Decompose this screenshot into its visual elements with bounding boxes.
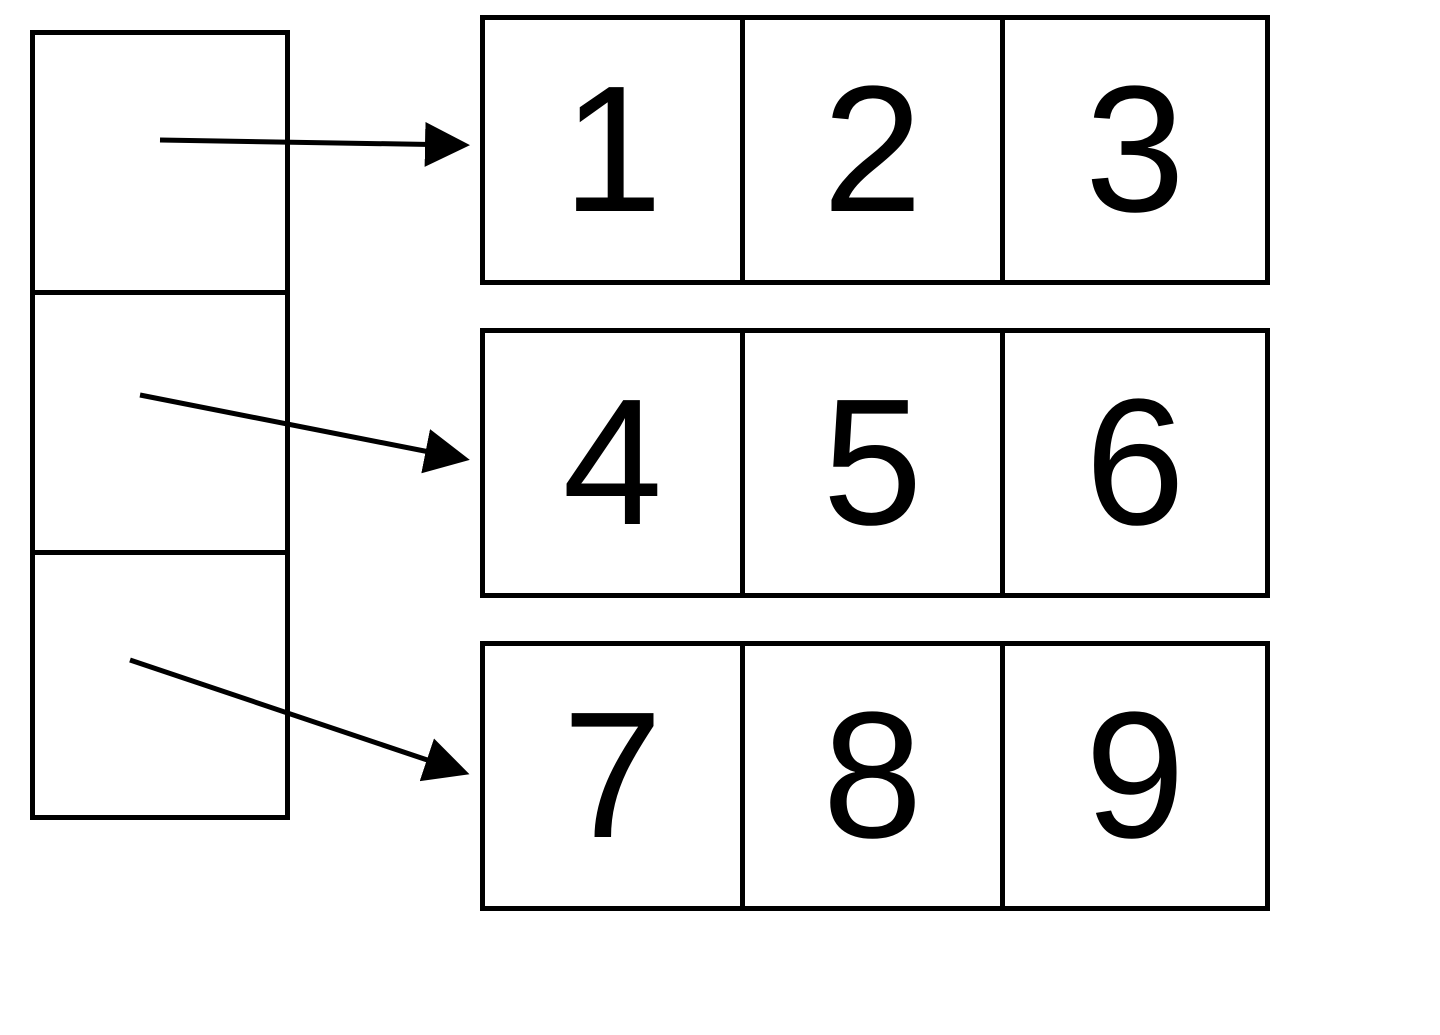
data-row-1: 4 5 6 (480, 328, 1270, 598)
data-cell: 5 (745, 333, 1005, 593)
data-cell: 7 (485, 646, 745, 906)
data-cell: 9 (1005, 646, 1265, 906)
data-cell: 1 (485, 20, 745, 280)
pointer-cell-2 (35, 555, 285, 815)
pointer-cell-0 (35, 35, 285, 295)
data-cell: 8 (745, 646, 1005, 906)
pointer-cell-1 (35, 295, 285, 555)
diagram-container: 1 2 3 4 5 6 7 8 9 (0, 0, 1440, 1035)
left-pointer-stack (30, 30, 290, 820)
data-row-2: 7 8 9 (480, 641, 1270, 911)
data-cell: 2 (745, 20, 1005, 280)
data-cell: 6 (1005, 333, 1265, 593)
data-cell: 4 (485, 333, 745, 593)
data-row-0: 1 2 3 (480, 15, 1270, 285)
data-cell: 3 (1005, 20, 1265, 280)
